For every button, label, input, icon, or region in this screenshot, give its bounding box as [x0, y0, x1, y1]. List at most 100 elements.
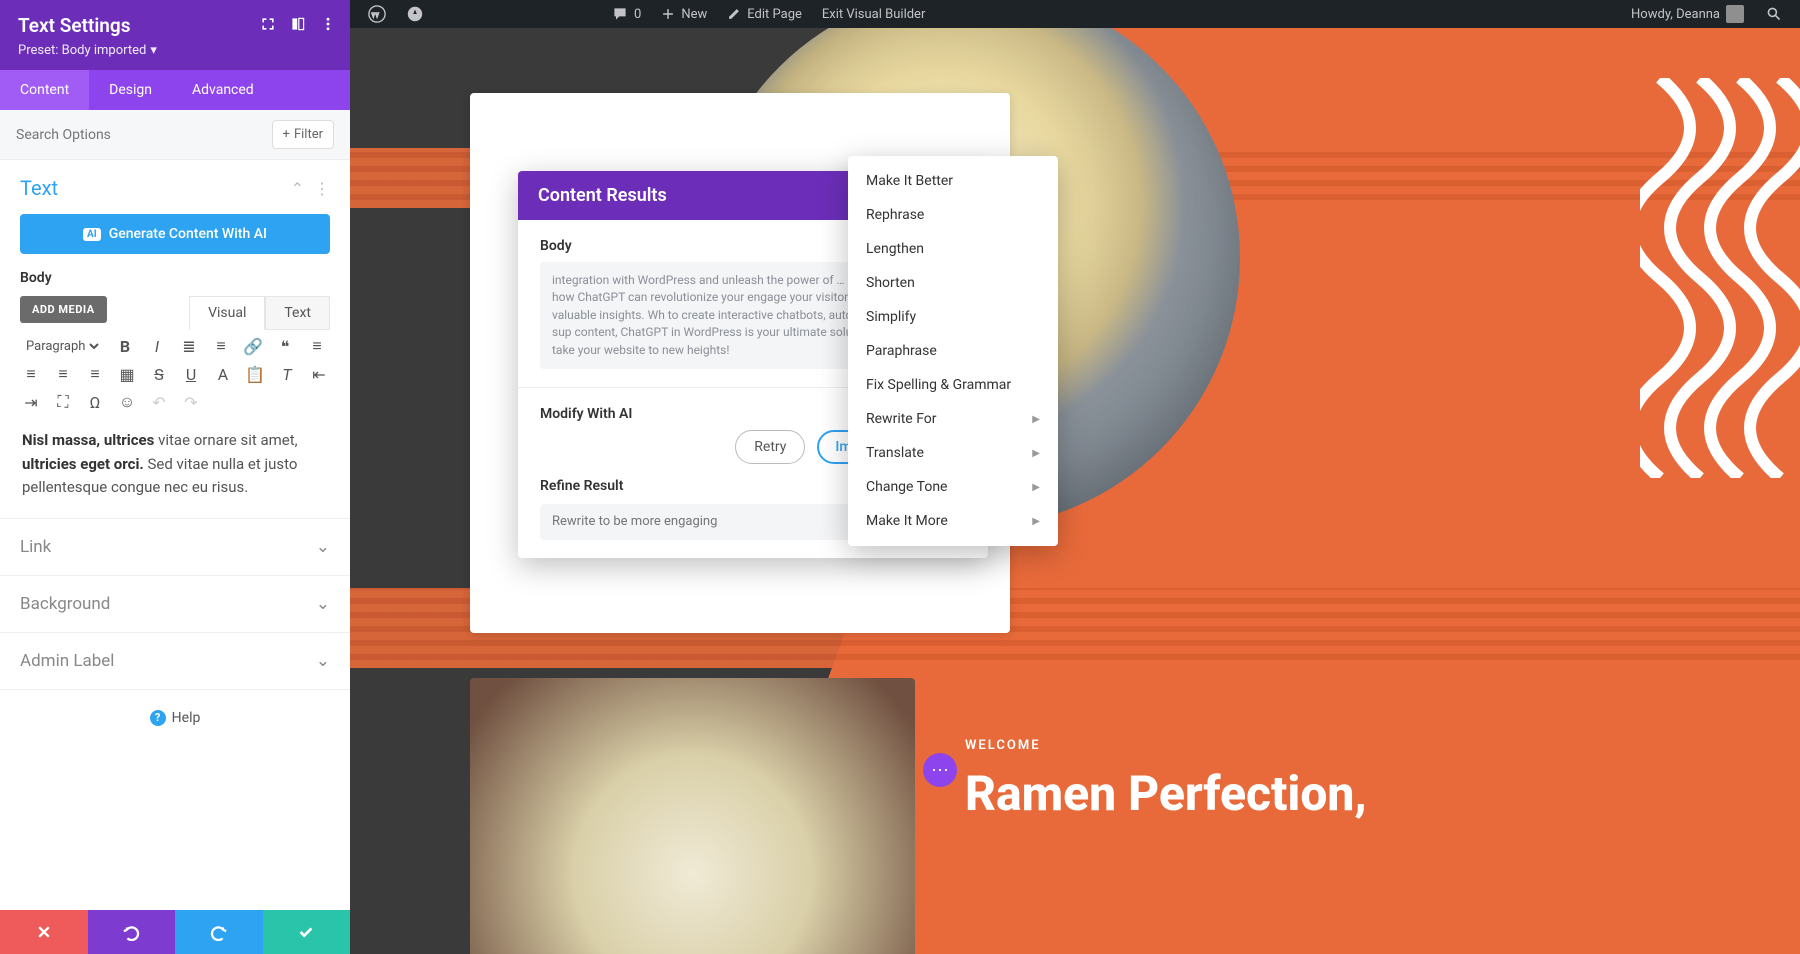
help-link[interactable]: ?Help: [0, 689, 350, 746]
new-link[interactable]: New: [655, 7, 713, 22]
text-color-icon[interactable]: A: [214, 365, 232, 383]
refine-input[interactable]: [540, 504, 853, 540]
generate-content-button[interactable]: AIGenerate Content With AI: [20, 214, 330, 254]
tab-content[interactable]: Content: [0, 70, 89, 110]
strikethrough-icon[interactable]: S: [150, 365, 168, 383]
table-icon[interactable]: ▦: [118, 365, 136, 383]
exit-builder-link[interactable]: Exit Visual Builder: [816, 7, 931, 22]
dropdown-item-label: Translate: [866, 445, 924, 461]
bold-icon[interactable]: B: [116, 337, 134, 355]
close-button[interactable]: [0, 910, 88, 954]
greeting[interactable]: Howdy, Deanna: [1625, 5, 1750, 23]
comments-link[interactable]: 0: [606, 6, 647, 22]
editor-content[interactable]: Nisl massa, ultrices vitae ornare sit am…: [20, 417, 330, 512]
column-icon[interactable]: [290, 16, 306, 32]
dropdown-item-1[interactable]: Rephrase: [848, 198, 1058, 232]
section-background[interactable]: Background⌄: [0, 575, 350, 632]
wavy-lines-icon: [1640, 78, 1800, 478]
link-icon[interactable]: 🔗: [244, 337, 262, 355]
dropdown-item-label: Simplify: [866, 309, 916, 325]
search-options-input[interactable]: [16, 127, 272, 143]
new-label: New: [681, 7, 707, 22]
chevron-down-icon: ⌄: [316, 537, 330, 557]
dropdown-item-label: Make It More: [866, 513, 948, 529]
omega-icon[interactable]: Ω: [86, 393, 104, 411]
module-options-fab[interactable]: ⋯: [923, 753, 957, 787]
editor-text-1: Nisl massa, ultrices: [22, 431, 154, 449]
more-icon[interactable]: [320, 16, 336, 32]
search-icon[interactable]: [1760, 6, 1788, 22]
dropdown-item-3[interactable]: Shorten: [848, 266, 1058, 300]
paragraph-select[interactable]: Paragraph: [22, 338, 102, 355]
help-label: Help: [172, 710, 201, 726]
generate-label: Generate Content With AI: [109, 226, 267, 242]
dropdown-item-label: Rewrite For: [866, 411, 937, 427]
italic-icon[interactable]: I: [148, 337, 166, 355]
avatar: [1726, 5, 1744, 23]
bullet-list-icon[interactable]: ≣: [180, 337, 198, 355]
edit-page-link[interactable]: Edit Page: [721, 7, 808, 22]
dropdown-item-10[interactable]: Make It More ▶: [848, 504, 1058, 538]
editor-tab-text[interactable]: Text: [265, 296, 330, 330]
wp-logo-icon[interactable]: [362, 5, 392, 23]
save-button[interactable]: [263, 910, 351, 954]
section-text-title[interactable]: Text: [20, 176, 58, 200]
chevron-down-icon: ⌄: [316, 651, 330, 671]
dropdown-item-label: Change Tone: [866, 479, 947, 495]
preset-label[interactable]: Preset: Body imported▾: [18, 43, 332, 58]
comments-count: 0: [634, 7, 641, 22]
tab-advanced[interactable]: Advanced: [172, 70, 274, 110]
dropdown-item-8[interactable]: Translate▶: [848, 436, 1058, 470]
greeting-text: Howdy, Deanna: [1631, 7, 1720, 22]
dropdown-item-4[interactable]: Simplify: [848, 300, 1058, 334]
more-icon[interactable]: ⋮: [314, 179, 330, 198]
panel-footer: [0, 910, 350, 954]
justify-icon[interactable]: ≡: [86, 365, 104, 383]
expand-icon[interactable]: [260, 16, 276, 32]
chevron-up-icon[interactable]: ⌃: [291, 179, 304, 198]
improve-dropdown: Make It Better RephraseLengthenShorten Sim…: [848, 156, 1058, 546]
align-right-icon[interactable]: ≡: [54, 365, 72, 383]
dropdown-item-label: Paraphrase: [866, 343, 937, 359]
dropdown-item-9[interactable]: Change Tone ▶: [848, 470, 1058, 504]
chevron-down-icon: ⌄: [316, 594, 330, 614]
section-admin-label[interactable]: Admin Label⌄: [0, 632, 350, 689]
add-media-button[interactable]: ADD MEDIA: [20, 296, 107, 323]
underline-icon[interactable]: U: [182, 365, 200, 383]
align-center-icon[interactable]: ≡: [22, 365, 40, 383]
clear-format-icon[interactable]: T: [278, 365, 296, 383]
filter-button[interactable]: +Filter: [272, 120, 334, 149]
dropdown-item-5[interactable]: Paraphrase: [848, 334, 1058, 368]
settings-tabs: Content Design Advanced: [0, 70, 350, 110]
link-label: Link: [20, 537, 51, 557]
outdent-icon[interactable]: ⇤: [310, 365, 328, 383]
section-link[interactable]: Link ⌄: [0, 518, 350, 575]
redo-button[interactable]: [175, 910, 263, 954]
paste-icon[interactable]: 📋: [246, 365, 264, 383]
retry-button[interactable]: Retry: [735, 430, 805, 464]
dropdown-item-6[interactable]: Fix Spelling & Grammar: [848, 368, 1058, 402]
chevron-right-icon: ▶: [1032, 482, 1040, 493]
fullscreen-icon[interactable]: ⛶: [54, 393, 72, 411]
dropdown-item-label: Make It Better: [866, 173, 953, 189]
panel-header: Text Settings Preset: Body imported▾: [0, 0, 350, 70]
emoji-icon[interactable]: ☺: [118, 393, 136, 411]
undo-icon[interactable]: ↶: [150, 393, 168, 411]
undo-button[interactable]: [88, 910, 176, 954]
quote-icon[interactable]: ❝: [276, 337, 294, 355]
dropdown-item-2[interactable]: Lengthen: [848, 232, 1058, 266]
dropdown-item-0[interactable]: Make It Better: [848, 164, 1058, 198]
chevron-right-icon: ▶: [1032, 516, 1040, 527]
tab-design[interactable]: Design: [89, 70, 172, 110]
dropdown-item-7[interactable]: Rewrite For▶: [848, 402, 1058, 436]
welcome-headline: Ramen Perfection,: [965, 765, 1367, 822]
indent-icon[interactable]: ⇥: [22, 393, 40, 411]
numbered-list-icon[interactable]: ≡: [212, 337, 230, 355]
lower-image-card: [470, 678, 915, 954]
editor-text-3: ultricies eget orci.: [22, 455, 144, 473]
redo-icon[interactable]: ↷: [182, 393, 200, 411]
editor-tab-visual[interactable]: Visual: [189, 296, 265, 330]
page-canvas: Content Results Body integration with Wo…: [350, 28, 1800, 954]
align-left-icon[interactable]: ≡: [308, 337, 326, 355]
dashboard-icon[interactable]: [400, 5, 430, 23]
